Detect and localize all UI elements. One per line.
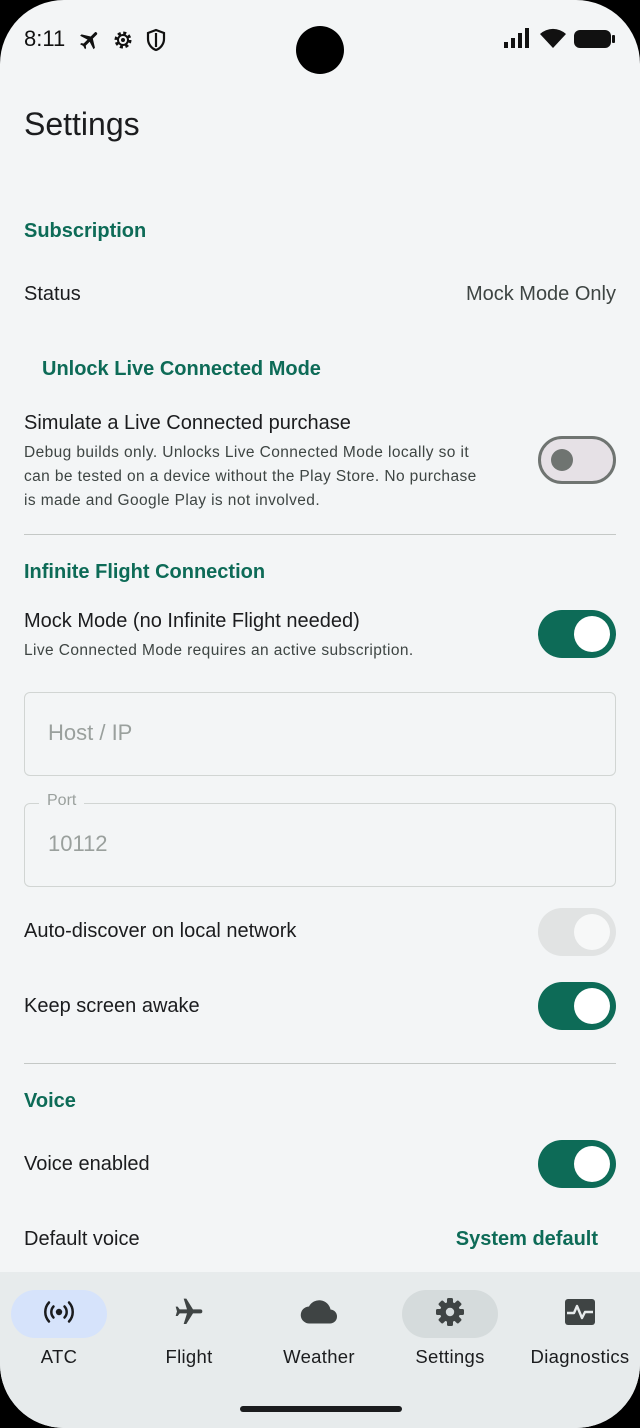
simulate-purchase-switch[interactable] bbox=[538, 436, 616, 484]
nav-label-weather: Weather bbox=[283, 1346, 355, 1367]
port-label: Port bbox=[39, 792, 85, 810]
phone-screen: 8:11 Settings Subscription Status Mock M… bbox=[0, 0, 640, 1428]
simulate-purchase-description: Debug builds only. Unlocks Live Connecte… bbox=[24, 441, 477, 513]
divider bbox=[24, 534, 616, 535]
nav-pill bbox=[141, 1290, 237, 1338]
voice-enabled-switch[interactable] bbox=[538, 1140, 616, 1188]
switch-thumb bbox=[574, 616, 610, 652]
host-placeholder: Host / IP bbox=[48, 720, 133, 745]
autodiscover-switch[interactable] bbox=[538, 908, 616, 956]
port-input[interactable]: Port 10112 bbox=[24, 792, 616, 887]
section-header-subscription: Subscription bbox=[24, 220, 147, 242]
simulate-purchase-label: Simulate a Live Connected purchase bbox=[24, 412, 351, 434]
camera-cutout bbox=[296, 26, 344, 74]
status-time: 8:11 bbox=[24, 26, 66, 51]
keep-awake-label: Keep screen awake bbox=[24, 995, 200, 1017]
radio-broadcast-icon bbox=[43, 1300, 75, 1329]
mock-mode-description: Live Connected Mode requires an active s… bbox=[24, 642, 414, 659]
status-label: Status bbox=[24, 283, 81, 305]
simulate-desc-line-1: Debug builds only. Unlocks Live Connecte… bbox=[24, 444, 470, 461]
nav-item-settings[interactable]: Settings bbox=[390, 1290, 510, 1390]
home-indicator[interactable] bbox=[240, 1406, 402, 1412]
voice-enabled-label: Voice enabled bbox=[24, 1153, 150, 1175]
gear-icon bbox=[111, 28, 135, 52]
nav-label-diagnostics: Diagnostics bbox=[530, 1346, 630, 1367]
airplane-mode-icon bbox=[78, 28, 102, 52]
unlock-live-connected-button[interactable]: Unlock Live Connected Mode bbox=[42, 358, 321, 381]
nav-pill bbox=[532, 1290, 628, 1338]
status-value: Mock Mode Only bbox=[465, 283, 616, 305]
host-input[interactable]: Host / IP bbox=[24, 692, 616, 776]
nav-label-settings: Settings bbox=[415, 1346, 485, 1367]
nav-pill bbox=[11, 1290, 107, 1338]
cloud-icon bbox=[300, 1299, 338, 1330]
battery-icon bbox=[574, 28, 616, 55]
switch-thumb bbox=[574, 988, 610, 1024]
switch-thumb bbox=[574, 914, 610, 950]
gear-icon bbox=[434, 1296, 466, 1333]
simulate-desc-line-3: is made and Google Play is not involved. bbox=[24, 492, 321, 509]
nav-label-flight: Flight bbox=[165, 1346, 213, 1367]
autodiscover-label: Auto-discover on local network bbox=[24, 920, 297, 942]
nav-pill bbox=[271, 1290, 367, 1338]
monitor-heart-icon bbox=[564, 1298, 596, 1331]
nav-label-atc: ATC bbox=[40, 1346, 78, 1367]
signal-icon bbox=[504, 28, 532, 55]
section-header-connection: Infinite Flight Connection bbox=[24, 561, 266, 583]
bottom-navigation: ATC Flight Weather Settings Diagnostics bbox=[0, 1272, 640, 1428]
nav-item-atc[interactable]: ATC bbox=[0, 1290, 119, 1390]
status-bar: 8:11 bbox=[0, 0, 640, 80]
default-voice-button[interactable]: System default bbox=[456, 1228, 598, 1251]
nav-pill bbox=[402, 1290, 498, 1338]
shield-icon bbox=[144, 28, 168, 52]
page-title: Settings bbox=[24, 106, 140, 142]
wifi-icon bbox=[540, 28, 566, 55]
section-header-voice: Voice bbox=[24, 1090, 76, 1112]
divider bbox=[24, 1063, 616, 1064]
keep-awake-switch[interactable] bbox=[538, 982, 616, 1030]
nav-item-weather[interactable]: Weather bbox=[259, 1290, 379, 1390]
switch-thumb bbox=[574, 1146, 610, 1182]
default-voice-label: Default voice bbox=[24, 1228, 140, 1250]
simulate-desc-line-2: can be tested on a device without the Pl… bbox=[24, 468, 477, 485]
airplane-icon bbox=[173, 1296, 205, 1333]
port-value: 10112 bbox=[48, 831, 108, 856]
nav-item-diagnostics[interactable]: Diagnostics bbox=[520, 1290, 640, 1390]
mock-mode-switch[interactable] bbox=[538, 610, 616, 658]
switch-thumb bbox=[551, 449, 573, 471]
mock-mode-label: Mock Mode (no Infinite Flight needed) bbox=[24, 610, 360, 632]
nav-item-flight[interactable]: Flight bbox=[129, 1290, 249, 1390]
